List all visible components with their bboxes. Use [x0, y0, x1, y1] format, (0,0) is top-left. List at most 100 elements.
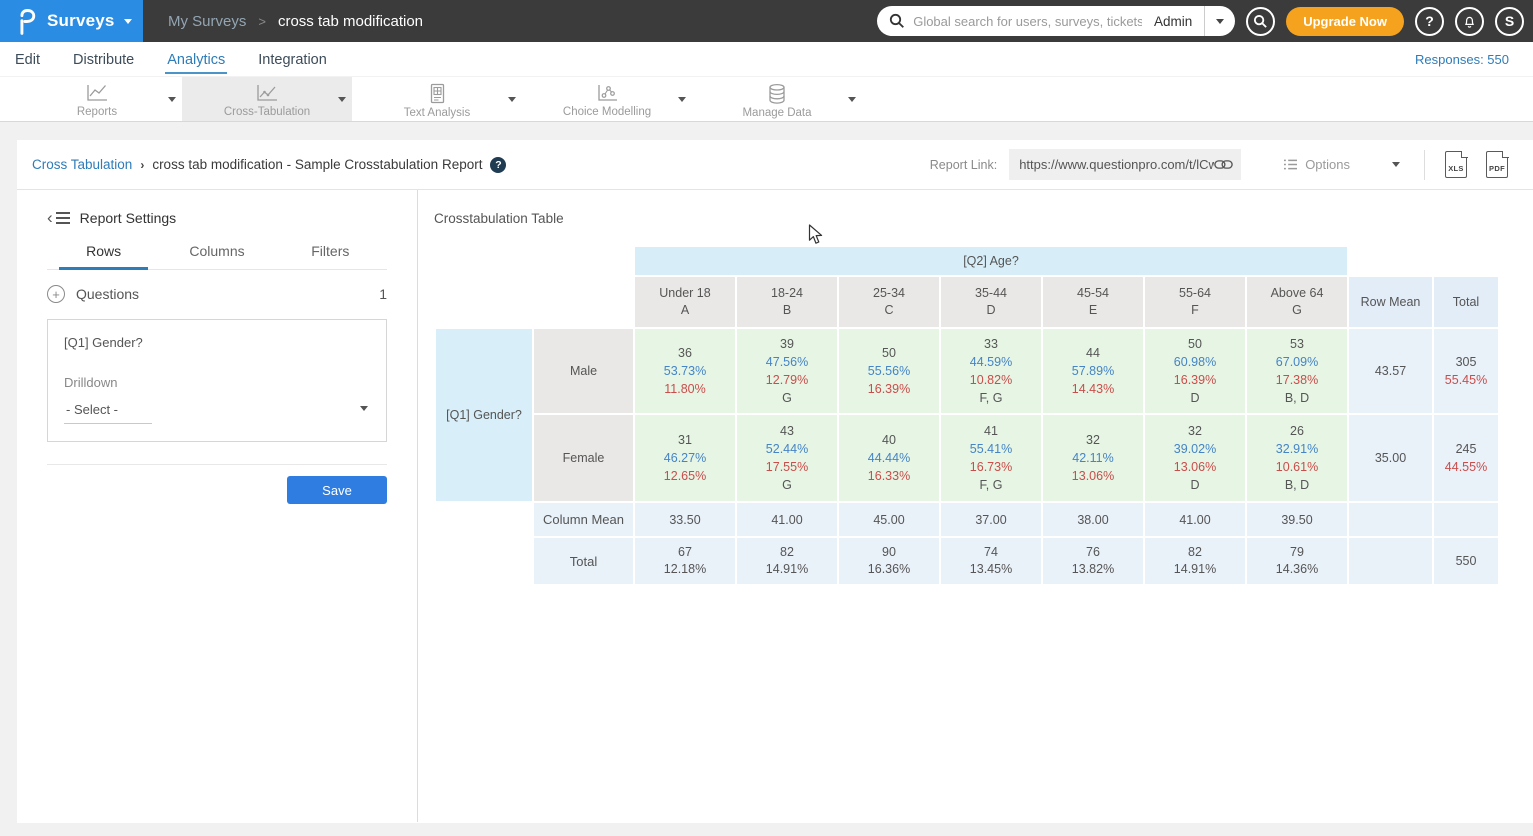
data-cell: 5060.98%16.39%D	[1145, 329, 1245, 413]
report-breadcrumb-separator: ›	[140, 158, 144, 172]
save-button[interactable]: Save	[287, 476, 387, 504]
chevron-down-icon[interactable]	[508, 97, 516, 102]
row-group-header: [Q1] Gender?	[436, 329, 532, 501]
data-cell: 3146.27%12.65%	[635, 415, 735, 501]
total-cell: 9016.36%	[839, 538, 939, 584]
export-pdf-button[interactable]: PDF	[1486, 151, 1508, 178]
notifications-button[interactable]	[1455, 7, 1484, 36]
upgrade-now-button[interactable]: Upgrade Now	[1286, 7, 1404, 36]
options-menu[interactable]: Options	[1283, 157, 1400, 172]
tab-filters[interactable]: Filters	[274, 243, 387, 269]
column-mean-cell: 41.00	[1145, 503, 1245, 536]
toolbar-item-text-analysis[interactable]: Text Analysis	[352, 77, 522, 121]
nav-item-distribute[interactable]: Distribute	[71, 45, 136, 74]
link-icon[interactable]	[1214, 158, 1233, 171]
report-link-label: Report Link:	[930, 158, 997, 172]
questionpro-logo-icon	[16, 8, 38, 35]
avatar[interactable]: S	[1495, 7, 1524, 36]
toolbar-item-choice-modelling[interactable]: Choice Modelling	[522, 77, 692, 121]
report-title: cross tab modification - Sample Crosstab…	[152, 157, 482, 172]
report-link-field[interactable]: https://www.questionpro.com/t/lCw3Zc	[1009, 149, 1241, 180]
nav-item-analytics[interactable]: Analytics	[165, 45, 227, 74]
data-cell: 3344.59%10.82%F, G	[941, 329, 1041, 413]
total-cell: 7413.45%	[941, 538, 1041, 584]
menu-icon	[56, 212, 70, 224]
search-scope-label[interactable]: Admin	[1142, 14, 1204, 29]
pdf-icon: PDF	[1489, 164, 1505, 173]
survey-nav: Edit Distribute Analytics Integration Respon…	[0, 42, 1533, 76]
data-cell: 4044.44%16.33%	[839, 415, 939, 501]
drilldown-select[interactable]: - Select -	[64, 401, 370, 424]
document-grid-icon	[424, 83, 450, 105]
tab-columns[interactable]: Columns	[160, 243, 273, 269]
chevron-down-icon[interactable]	[848, 97, 856, 102]
chevron-down-icon	[360, 406, 368, 411]
nav-item-edit[interactable]: Edit	[13, 45, 42, 74]
tab-rows[interactable]: Rows	[47, 243, 160, 269]
breadcrumb-survey-name: cross tab modification	[278, 13, 423, 30]
chevron-down-icon	[124, 19, 132, 24]
row-label-female: Female	[534, 415, 633, 501]
breadcrumb-separator: >	[258, 14, 266, 29]
data-cell: 5055.56%16.39%	[839, 329, 939, 413]
search-input[interactable]	[913, 14, 1142, 29]
options-label: Options	[1305, 157, 1350, 172]
data-cell: 3242.11%13.06%	[1043, 415, 1143, 501]
data-cell: 4457.89%14.43%	[1043, 329, 1143, 413]
search-scope-dropdown[interactable]	[1205, 6, 1235, 36]
chevron-down-icon	[1392, 162, 1400, 167]
database-icon	[764, 83, 790, 105]
global-search[interactable]: Admin	[877, 6, 1235, 36]
column-header-35-44: 35-44D	[941, 277, 1041, 327]
column-mean-cell: 45.00	[839, 503, 939, 536]
add-question-icon[interactable]: +	[47, 285, 65, 303]
row-mean-header: Row Mean	[1349, 277, 1432, 327]
crosstab-table: [Q2] Age?Under 18A18-24B25-34C35-44D45-5…	[434, 245, 1500, 586]
data-cell: 2632.91%10.61%B, D	[1247, 415, 1347, 501]
app-logo[interactable]: Surveys	[0, 0, 143, 42]
toolbar-item-cross-tabulation[interactable]: Cross-Tabulation	[182, 77, 352, 121]
row-mean-cell: 43.57	[1349, 329, 1432, 413]
export-xls-button[interactable]: XLS	[1445, 151, 1467, 178]
chevron-down-icon	[1216, 19, 1224, 24]
drilldown-select-value[interactable]: - Select -	[64, 402, 152, 424]
panel-title: Report Settings	[80, 210, 177, 226]
column-mean-cell: 39.50	[1247, 503, 1347, 536]
chevron-down-icon[interactable]	[338, 97, 346, 102]
total-row-label: Total	[534, 538, 633, 584]
column-mean-label: Column Mean	[534, 503, 633, 536]
total-cell: 7613.82%	[1043, 538, 1143, 584]
column-header-above-64: Above 64G	[1247, 277, 1347, 327]
toolbar-item-reports[interactable]: Reports	[12, 77, 182, 121]
analytics-toolbar: ReportsCross-TabulationText AnalysisChoi…	[0, 76, 1533, 122]
nav-item-integration[interactable]: Integration	[256, 45, 329, 74]
report-header-bar: Cross Tabulation › cross tab modificatio…	[17, 140, 1533, 190]
settings-tabs: RowsColumnsFilters	[47, 243, 387, 270]
help-button[interactable]: ?	[1415, 7, 1444, 36]
column-header-45-54: 45-54E	[1043, 277, 1143, 327]
content-card: Cross Tabulation › cross tab modificatio…	[17, 140, 1533, 823]
questions-row: + Questions 1	[47, 285, 387, 303]
data-cell: 4352.44%17.55%G	[737, 415, 837, 501]
column-header-25-34: 25-34C	[839, 277, 939, 327]
chevron-down-icon[interactable]	[168, 97, 176, 102]
toolbar-item-manage-data[interactable]: Manage Data	[692, 77, 862, 121]
breadcrumb-my-surveys[interactable]: My Surveys	[168, 13, 246, 30]
row-label-male: Male	[534, 329, 633, 413]
total-cell: 7914.36%	[1247, 538, 1347, 584]
crosstab-chart-icon	[254, 83, 280, 104]
total-cell: 8214.91%	[1145, 538, 1245, 584]
grand-total-cell: 550	[1434, 538, 1498, 584]
chevron-down-icon[interactable]	[678, 97, 686, 102]
cross-tabulation-link[interactable]: Cross Tabulation	[32, 157, 132, 172]
help-icon[interactable]: ?	[490, 157, 506, 173]
responses-count[interactable]: Responses: 550	[1415, 52, 1509, 67]
collapse-panel-icon[interactable]: ‹	[47, 211, 70, 225]
column-mean-cell: 38.00	[1043, 503, 1143, 536]
row-total-cell: 24544.55%	[1434, 415, 1498, 501]
total-header: Total	[1434, 277, 1498, 327]
question-card: [Q1] Gender? Drilldown - Select -	[47, 319, 387, 442]
search-button[interactable]	[1246, 7, 1275, 36]
xls-icon: XLS	[1448, 164, 1464, 173]
report-actions: Report Link: https://www.questionpro.com…	[930, 149, 1508, 180]
